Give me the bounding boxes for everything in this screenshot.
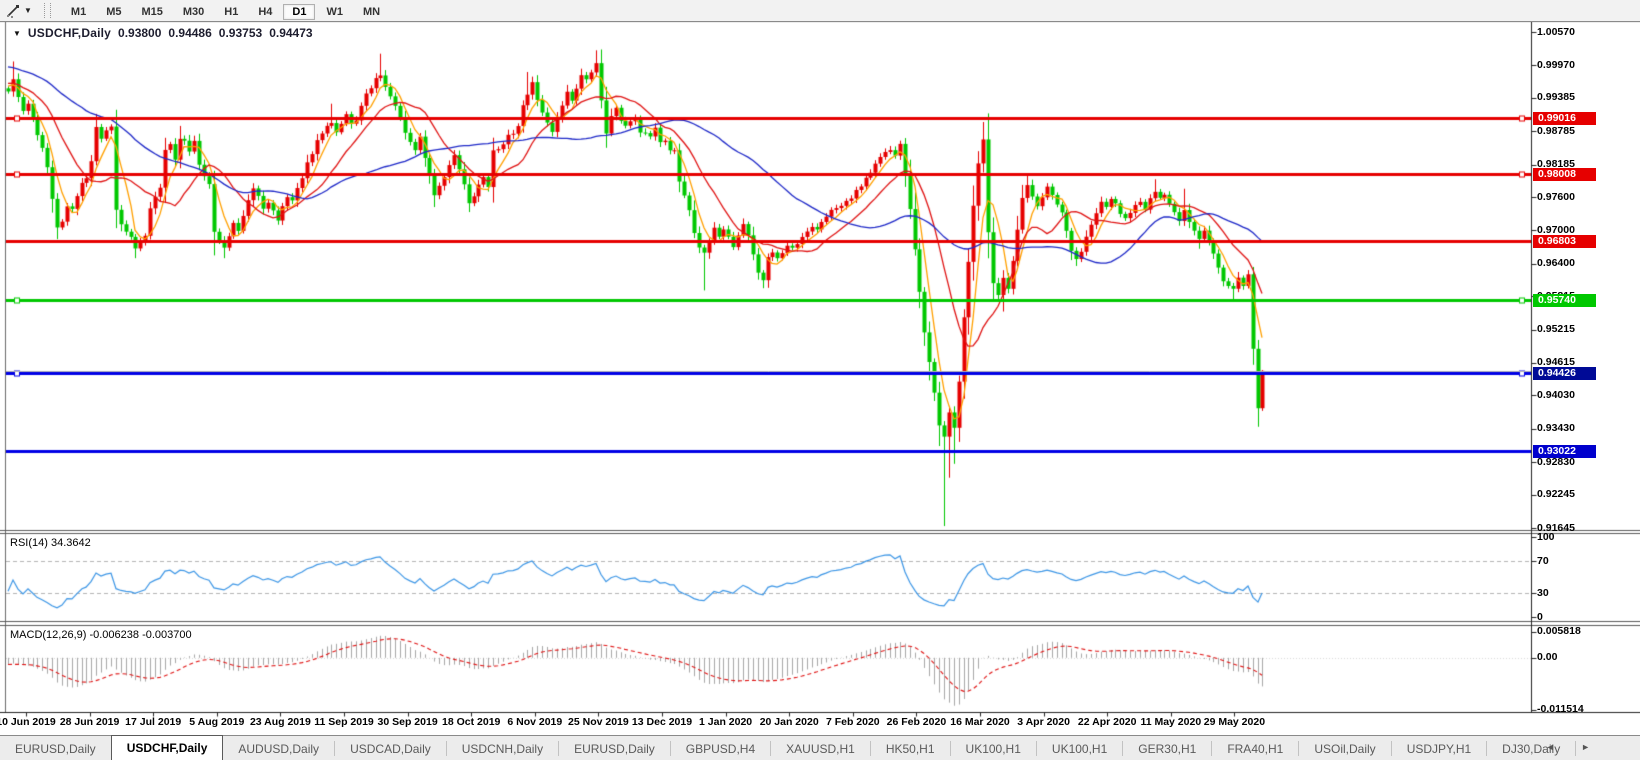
mt4-terminal-window: { "toolbar": { "tool_icon_name": "draw-t… bbox=[0, 0, 1640, 760]
ohlc-close: 0.94473 bbox=[269, 26, 312, 40]
y-axis-tick-label: 0.94030 bbox=[1537, 389, 1575, 401]
macd-axis-label: 0.00 bbox=[1537, 651, 1557, 663]
tf-button-d1[interactable]: D1 bbox=[283, 4, 315, 20]
tab-hk50-h1[interactable]: HK50,H1 bbox=[871, 736, 950, 760]
x-axis-date-label: 25 Nov 2019 bbox=[568, 716, 629, 728]
y-axis-tick-label: 0.97600 bbox=[1537, 191, 1575, 203]
tf-button-h4[interactable]: H4 bbox=[249, 4, 281, 20]
tab-scroll-left-icon[interactable]: ◄ bbox=[1546, 742, 1567, 752]
x-axis-date-label: 10 Jun 2019 bbox=[0, 716, 56, 728]
x-axis-date-label: 1 Jan 2020 bbox=[699, 716, 752, 728]
x-axis-date-label: 30 Sep 2019 bbox=[378, 716, 438, 728]
y-axis-tick-label: 0.99970 bbox=[1537, 59, 1575, 71]
hline-price-label: 0.93022 bbox=[1533, 445, 1596, 458]
dropdown-caret-icon[interactable]: ▼ bbox=[24, 6, 32, 15]
tab-usoil-daily[interactable]: USOil,Daily bbox=[1299, 736, 1390, 760]
tab-scroll-right-icon[interactable]: ► bbox=[1581, 742, 1602, 752]
hline-price-label: 0.96803 bbox=[1533, 235, 1596, 248]
x-axis-date-label: 16 Mar 2020 bbox=[950, 716, 1010, 728]
x-axis-date-label: 20 Jan 2020 bbox=[760, 716, 819, 728]
x-axis-date-label: 29 May 2020 bbox=[1204, 716, 1265, 728]
macd-axis-label: -0.011514 bbox=[1537, 703, 1584, 715]
tab-usdcnh-daily[interactable]: USDCNH,Daily bbox=[447, 736, 558, 760]
tab-usdcad-daily[interactable]: USDCAD,Daily bbox=[335, 736, 446, 760]
x-axis-date-label: 23 Aug 2019 bbox=[250, 716, 311, 728]
tab-uk100-h1[interactable]: UK100,H1 bbox=[951, 736, 1036, 760]
x-axis-date-label: 6 Nov 2019 bbox=[507, 716, 562, 728]
top-toolbar: ▼ M1M5M15M30H1H4D1W1MN bbox=[0, 0, 1640, 22]
y-axis-tick-label: 0.96400 bbox=[1537, 257, 1575, 269]
toolbar-grip[interactable] bbox=[44, 3, 51, 18]
macd-indicator-label: MACD(12,26,9) -0.006238 -0.003700 bbox=[10, 629, 192, 641]
y-axis-tick-label: 0.92245 bbox=[1537, 488, 1575, 500]
x-axis-date-label: 13 Dec 2019 bbox=[632, 716, 692, 728]
x-axis-date-label: 22 Apr 2020 bbox=[1078, 716, 1137, 728]
ohlc-high: 0.94486 bbox=[168, 26, 211, 40]
chart-tab-bar: EURUSD,DailyUSDCHF,DailyAUDUSD,DailyUSDC… bbox=[0, 735, 1640, 760]
hline-price-label: 0.94426 bbox=[1533, 367, 1596, 380]
tf-button-m15[interactable]: M15 bbox=[132, 4, 171, 20]
tab-fra40-h1[interactable]: FRA40,H1 bbox=[1212, 736, 1298, 760]
x-axis-date-label: 5 Aug 2019 bbox=[189, 716, 244, 728]
x-axis-date-label: 11 Sep 2019 bbox=[314, 716, 374, 728]
chart-title: ▼ USDCHF,Daily 0.93800 0.94486 0.93753 0… bbox=[13, 26, 313, 40]
x-axis-date-label: 18 Oct 2019 bbox=[442, 716, 500, 728]
x-axis-date-label: 3 Apr 2020 bbox=[1017, 716, 1070, 728]
tf-button-w1[interactable]: W1 bbox=[317, 4, 352, 20]
tab-ger30-h1[interactable]: GER30,H1 bbox=[1123, 736, 1211, 760]
rsi-indicator-label: RSI(14) 34.3642 bbox=[10, 537, 91, 549]
x-axis-date-label: 17 Jul 2019 bbox=[125, 716, 181, 728]
symbol-dropdown-icon[interactable]: ▼ bbox=[13, 29, 21, 38]
tab-usdjpy-h1[interactable]: USDJPY,H1 bbox=[1392, 736, 1486, 760]
tab-xauusd-h1[interactable]: XAUUSD,H1 bbox=[771, 736, 870, 760]
y-axis-tick-label: 0.99385 bbox=[1537, 91, 1575, 103]
rsi-axis-label: 100 bbox=[1537, 531, 1555, 543]
timeframe-buttons: M1M5M15M30H1H4D1W1MN bbox=[61, 2, 390, 20]
x-axis-date-label: 7 Feb 2020 bbox=[826, 716, 880, 728]
tab-eurusd-daily[interactable]: EURUSD,Daily bbox=[559, 736, 670, 760]
tab-eurusd-daily[interactable]: EURUSD,Daily bbox=[0, 736, 111, 760]
tab-audusd-daily[interactable]: AUDUSD,Daily bbox=[223, 736, 334, 760]
x-axis-date-label: 28 Jun 2019 bbox=[60, 716, 120, 728]
rsi-axis-label: 30 bbox=[1537, 587, 1549, 599]
ohlc-open: 0.93800 bbox=[118, 26, 161, 40]
chart-canvas[interactable] bbox=[0, 0, 1640, 760]
x-axis-date-label: 11 May 2020 bbox=[1140, 716, 1201, 728]
tf-button-m30[interactable]: M30 bbox=[174, 4, 213, 20]
tab-usdchf-daily[interactable]: USDCHF,Daily bbox=[111, 735, 224, 760]
tf-button-m1[interactable]: M1 bbox=[62, 4, 95, 20]
macd-axis-label: 0.005818 bbox=[1537, 625, 1581, 637]
chart-symbol-label: USDCHF,Daily bbox=[28, 26, 111, 40]
ohlc-low: 0.93753 bbox=[219, 26, 262, 40]
y-axis-tick-label: 0.95215 bbox=[1537, 323, 1575, 335]
x-axis-date-label: 26 Feb 2020 bbox=[887, 716, 947, 728]
rsi-axis-label: 0 bbox=[1537, 611, 1543, 623]
y-axis-tick-label: 0.98785 bbox=[1537, 125, 1575, 137]
rsi-axis-label: 70 bbox=[1537, 555, 1549, 567]
y-axis-tick-label: 1.00570 bbox=[1537, 26, 1575, 38]
y-axis-tick-label: 0.93430 bbox=[1537, 422, 1575, 434]
tf-button-h1[interactable]: H1 bbox=[215, 4, 247, 20]
tab-uk100-h1[interactable]: UK100,H1 bbox=[1037, 736, 1122, 760]
tab-gbpusd-h4[interactable]: GBPUSD,H4 bbox=[671, 736, 770, 760]
tab-scroll-buttons: ◄ ► bbox=[1546, 742, 1602, 752]
hline-price-label: 0.95740 bbox=[1533, 294, 1596, 307]
draw-tool-icon[interactable] bbox=[4, 3, 22, 19]
hline-price-label: 0.98008 bbox=[1533, 168, 1596, 181]
hline-price-label: 0.99016 bbox=[1533, 112, 1596, 125]
tf-button-m5[interactable]: M5 bbox=[97, 4, 130, 20]
tf-button-mn[interactable]: MN bbox=[354, 4, 389, 20]
